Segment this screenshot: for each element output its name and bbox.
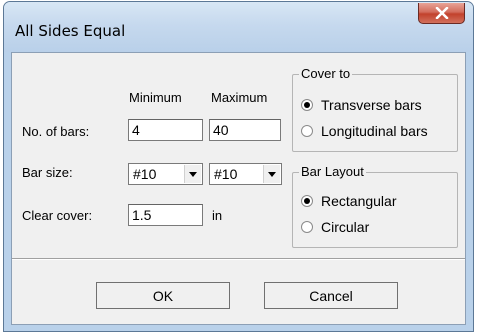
cancel-button[interactable]: Cancel	[264, 282, 398, 309]
transverse-label: Transverse bars	[321, 97, 422, 113]
longitudinal-label: Longitudinal bars	[321, 123, 428, 139]
max-barsize-value: #10	[214, 166, 238, 182]
min-barsize-value: #10	[133, 166, 157, 182]
circular-label: Circular	[321, 219, 370, 235]
radio-unchecked-icon[interactable]	[301, 125, 313, 137]
bar-layout-title: Bar Layout	[299, 164, 366, 179]
close-icon	[435, 7, 449, 19]
rectangular-radio[interactable]: Rectangular	[301, 193, 397, 209]
window-title: All Sides Equal	[15, 22, 126, 40]
dialog-window: All Sides Equal Minimum Maximum No. of b…	[3, 1, 474, 332]
maximum-header: Maximum	[211, 90, 268, 105]
close-button[interactable]	[418, 3, 465, 24]
transverse-radio[interactable]: Transverse bars	[301, 97, 422, 113]
longitudinal-radio[interactable]: Longitudinal bars	[301, 123, 428, 139]
radio-checked-icon[interactable]	[301, 99, 313, 111]
min-barsize-select[interactable]: #10	[128, 163, 203, 185]
bar-layout-group: Bar Layout Rectangular Circular	[292, 164, 458, 248]
barsize-label: Bar size:	[22, 165, 73, 180]
max-bars-input[interactable]: 40	[209, 119, 281, 141]
radio-unchecked-icon[interactable]	[301, 221, 313, 233]
max-barsize-select[interactable]: #10	[209, 163, 282, 185]
radio-checked-icon[interactable]	[301, 195, 313, 207]
min-bars-input[interactable]: 4	[128, 119, 203, 141]
dialog-client-area: Minimum Maximum No. of bars: 4 40 Bar si…	[11, 52, 466, 325]
cover-to-title: Cover to	[299, 66, 353, 81]
circular-radio[interactable]: Circular	[301, 219, 369, 235]
minimum-header: Minimum	[129, 90, 182, 105]
title-bar[interactable]: All Sides Equal	[4, 2, 473, 52]
rectangular-label: Rectangular	[321, 193, 397, 209]
cover-to-group: Cover to Transverse bars Longitudinal ba…	[292, 66, 458, 152]
cover-unit: in	[212, 208, 223, 223]
bars-label: No. of bars:	[22, 124, 90, 139]
chevron-down-icon[interactable]	[184, 165, 201, 183]
clear-cover-input[interactable]: 1.5	[128, 204, 203, 226]
cover-label: Clear cover:	[22, 208, 93, 223]
chevron-down-icon[interactable]	[263, 165, 280, 183]
ok-button[interactable]: OK	[96, 282, 230, 309]
divider	[12, 258, 465, 260]
